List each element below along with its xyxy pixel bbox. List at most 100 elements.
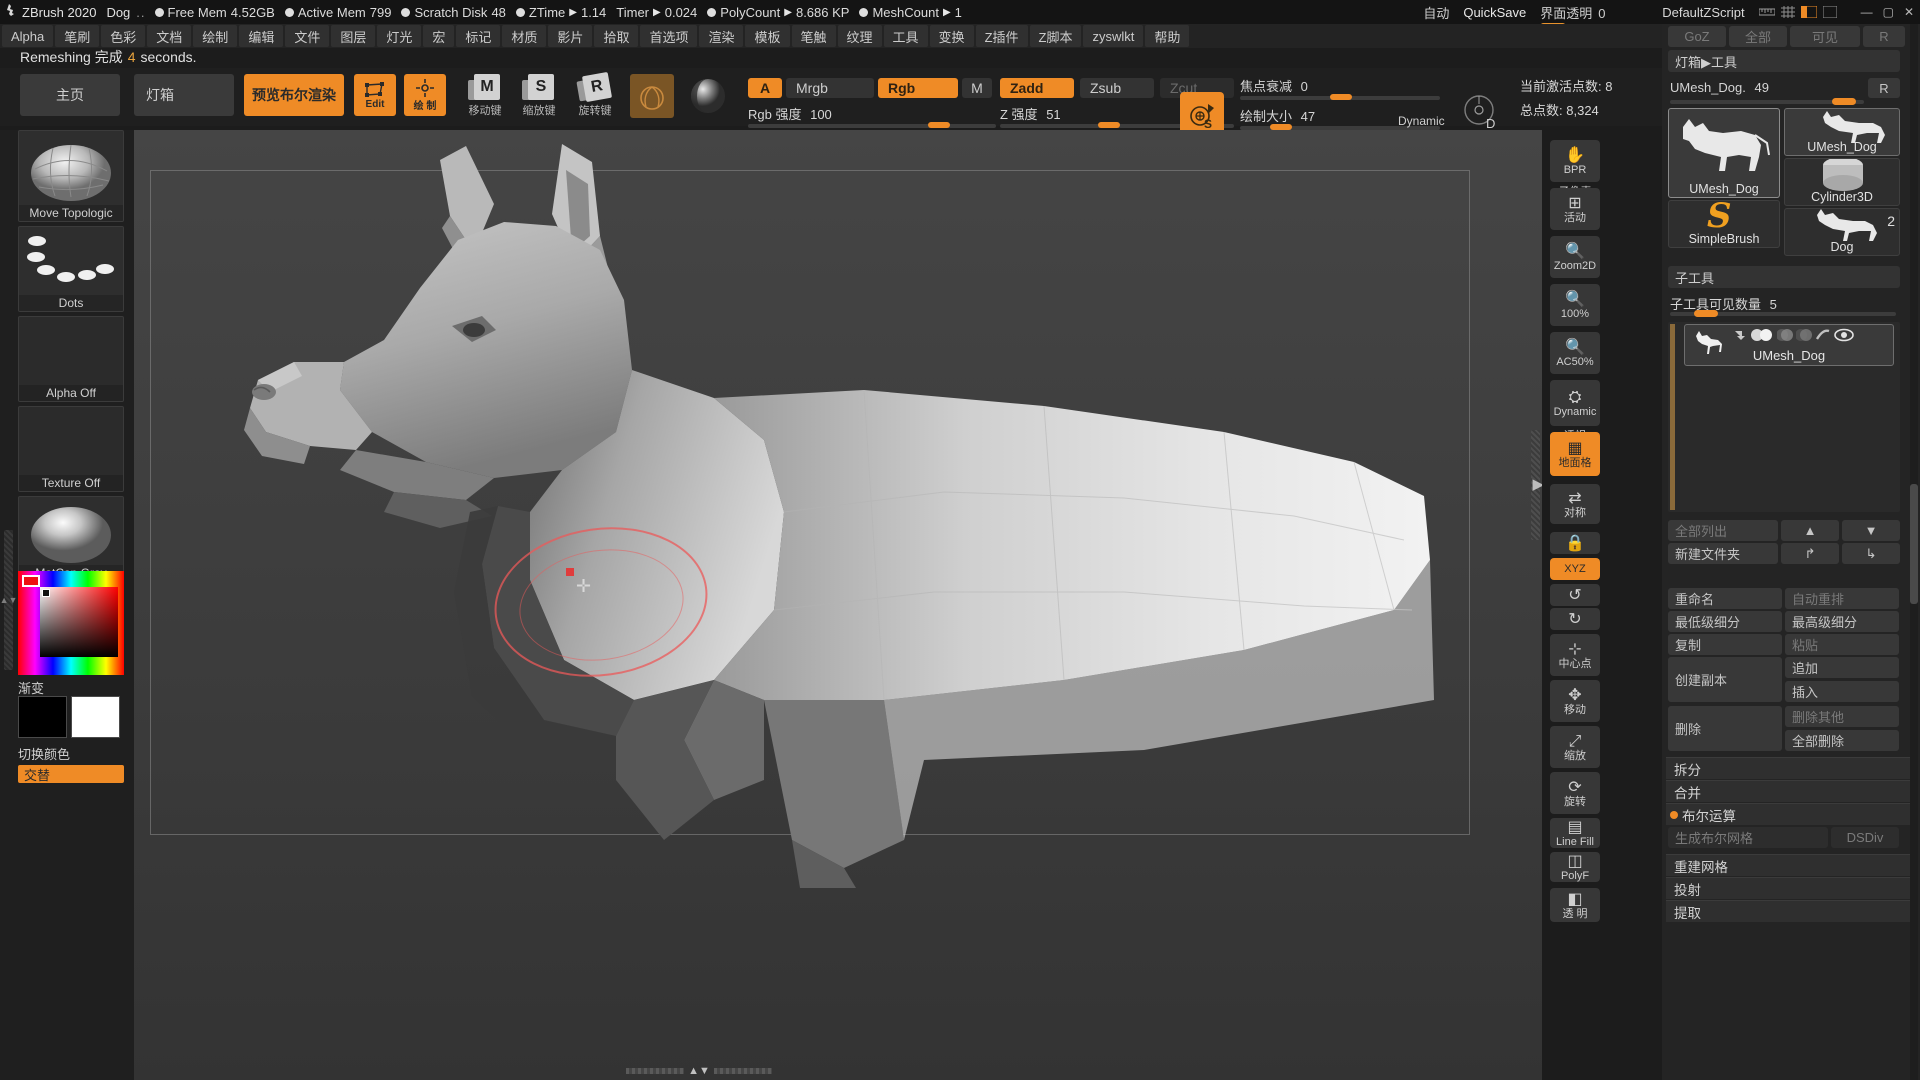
rv-button-scroll-active[interactable]: ⊞ 活动 <box>1550 188 1600 230</box>
viewport-canvas[interactable]: ✛ ▲▼ ▶ <box>134 130 1542 1080</box>
mode-rgb-button[interactable]: Rgb <box>878 78 958 98</box>
menu-item-12[interactable]: 影片 <box>548 25 593 47</box>
tool-tile-cylinder3d[interactable]: Cylinder3D <box>1784 158 1900 206</box>
sidebar-item-alpha[interactable]: Alpha Off <box>18 316 124 402</box>
focal-shift-slider[interactable]: 焦点衰减 0 <box>1240 76 1308 95</box>
delete-button[interactable]: 删除 <box>1668 706 1782 751</box>
rv-button-bpr-render[interactable]: ✋ BPR <box>1550 140 1600 182</box>
alternate-button[interactable]: 交替 <box>18 765 124 783</box>
rv-button-line-fill[interactable]: ▤ Line Fill <box>1550 818 1600 848</box>
sidebar-item-material[interactable]: MatCap Gray <box>18 496 124 582</box>
minimize-button[interactable]: — <box>1861 5 1873 19</box>
tool-tile-umesh-dog-large[interactable]: UMesh_Dog <box>1668 108 1780 198</box>
color-picker[interactable] <box>18 571 124 675</box>
subtool-item-umesh-dog[interactable]: UMesh_Dog <box>1684 324 1894 366</box>
polypaint-icon[interactable] <box>1777 328 1793 342</box>
move-up-button[interactable]: ▲ <box>1781 520 1839 541</box>
menu-item-2[interactable]: 色彩 <box>101 25 146 47</box>
rotate-key-button[interactable]: R 旋转键 <box>572 71 618 118</box>
menu-item-16[interactable]: 模板 <box>745 25 790 47</box>
visibility-eye-icon[interactable] <box>1834 328 1854 342</box>
sidebar-item-stroke[interactable]: Dots <box>18 226 124 312</box>
menu-item-4[interactable]: 绘制 <box>193 25 238 47</box>
z-intensity-slider[interactable]: Z 强度 51 <box>1000 104 1061 123</box>
auto-save-label[interactable]: 自动 <box>1423 3 1449 22</box>
rv-button-floor-grid[interactable]: ▦ 地面格 <box>1550 432 1600 476</box>
z-slider-knob[interactable] <box>1098 122 1120 128</box>
maximize-button[interactable]: ▢ <box>1883 5 1894 19</box>
section-remesh[interactable]: 重建网格 <box>1666 854 1912 876</box>
right-panel-scrollbar-thumb[interactable] <box>1910 484 1918 604</box>
rv-button-polyframe[interactable]: ◫ PolyF <box>1550 852 1600 882</box>
menu-item-21[interactable]: Z插件 <box>975 25 1028 47</box>
draw-button[interactable]: 绘 制 <box>404 74 446 116</box>
tool-tile-simplebrush[interactable]: S SimpleBrush <box>1668 200 1780 248</box>
boolean-preview-button[interactable]: 预览布尔渲染 <box>244 74 344 116</box>
mode-m-button[interactable]: M <box>962 78 992 98</box>
move-down-button[interactable]: ▼ <box>1842 520 1900 541</box>
rgb-slider-knob[interactable] <box>928 122 950 128</box>
rename-button[interactable]: 重命名 <box>1668 588 1782 609</box>
sidebar-item-texture[interactable]: Texture Off <box>18 406 124 492</box>
draw-size-slider[interactable]: 绘制大小 47 <box>1240 106 1315 125</box>
insert-button[interactable]: 插入 <box>1785 681 1899 702</box>
breadcrumb[interactable]: 灯箱▶工具 <box>1668 50 1900 72</box>
merge-down-icon[interactable] <box>1733 328 1747 342</box>
interface-transparency-slider[interactable]: 界面透明 0 <box>1540 3 1649 30</box>
tool-tile-umesh-dog[interactable]: UMesh_Dog <box>1784 108 1900 156</box>
rv-button-frame-center[interactable]: ⊹ 中心点 <box>1550 634 1600 676</box>
section-merge[interactable]: 合并 <box>1666 780 1912 802</box>
smooth-icon[interactable] <box>1815 328 1831 342</box>
append-button[interactable]: 追加 <box>1785 657 1899 678</box>
left-sidebar-drag-handle[interactable]: ▲▼ <box>0 530 17 670</box>
secondary-color-swatch[interactable] <box>71 696 120 738</box>
menu-item-13[interactable]: 拾取 <box>594 25 639 47</box>
rv-button-rotate-cw[interactable]: ↻ <box>1550 608 1600 630</box>
menu-item-14[interactable]: 首选项 <box>640 25 698 47</box>
subtool-section-header[interactable]: 子工具 <box>1668 266 1900 288</box>
rv-button-xyz-axis[interactable]: XYZ <box>1550 558 1600 580</box>
move-in-button[interactable]: ↳ <box>1842 543 1900 564</box>
rv-button-symmetry[interactable]: ⇄ 对称 <box>1550 484 1600 524</box>
delete-all-button[interactable]: 全部删除 <box>1785 730 1899 751</box>
rv-button-transp-lock[interactable]: 🔒 <box>1550 532 1600 554</box>
copy-button[interactable]: 复制 <box>1668 634 1782 655</box>
section-split[interactable]: 拆分 <box>1666 757 1912 779</box>
list-all-button[interactable]: 全部列出 <box>1668 520 1778 541</box>
menu-item-10[interactable]: 标记 <box>456 25 501 47</box>
menu-item-23[interactable]: zyswlkt <box>1083 25 1144 47</box>
make-boolean-mesh-button[interactable]: 生成布尔网格 <box>1668 827 1828 848</box>
menu-item-9[interactable]: 宏 <box>423 25 455 47</box>
tool-tile-dog[interactable]: 2 Dog <box>1784 208 1900 256</box>
rv-button-zoom-2d[interactable]: 🔍 Zoom2D <box>1550 236 1600 278</box>
sidebar-item-brush[interactable]: Move Topologic <box>18 130 124 222</box>
primary-color-swatch[interactable] <box>18 696 67 738</box>
current-brush-thumbnail[interactable] <box>630 74 674 118</box>
menu-item-7[interactable]: 图层 <box>331 25 376 47</box>
rgb-intensity-slider[interactable]: Rgb 强度 100 <box>748 104 832 123</box>
move-out-button[interactable]: ↱ <box>1781 543 1839 564</box>
mask-icon[interactable] <box>1796 328 1812 342</box>
all-button[interactable]: 全部 <box>1729 26 1787 47</box>
menu-item-3[interactable]: 文档 <box>147 25 192 47</box>
eye-half-icon[interactable] <box>1750 328 1774 342</box>
tool-reset-button[interactable]: R <box>1868 78 1900 98</box>
color-picker-field[interactable] <box>40 587 118 657</box>
menu-item-18[interactable]: 纹理 <box>837 25 882 47</box>
rv-button-transparency[interactable]: ◧ 透 明 <box>1550 888 1600 922</box>
section-extract[interactable]: 提取 <box>1666 900 1912 922</box>
menu-item-5[interactable]: 编辑 <box>239 25 284 47</box>
delete-others-button[interactable]: 删除其他 <box>1785 706 1899 727</box>
canvas-expand-arrow-icon[interactable]: ▶ <box>1532 475 1542 493</box>
menu-item-19[interactable]: 工具 <box>883 25 928 47</box>
tool-slider-knob[interactable] <box>1832 98 1856 105</box>
rv-button-zoom-ac50[interactable]: 🔍 AC50% <box>1550 332 1600 374</box>
rv-button-move-hand[interactable]: ✥ 移动 <box>1550 680 1600 722</box>
move-key-button[interactable]: M 移动键 <box>462 74 508 118</box>
dsdiv-button[interactable]: DSDiv <box>1831 827 1899 848</box>
visible-button[interactable]: 可见 <box>1790 26 1860 47</box>
r-button[interactable]: R <box>1863 26 1905 47</box>
color-picker-sv-cursor[interactable] <box>42 589 50 597</box>
section-boolean[interactable]: 布尔运算 <box>1666 803 1912 825</box>
menu-item-15[interactable]: 渲染 <box>699 25 744 47</box>
